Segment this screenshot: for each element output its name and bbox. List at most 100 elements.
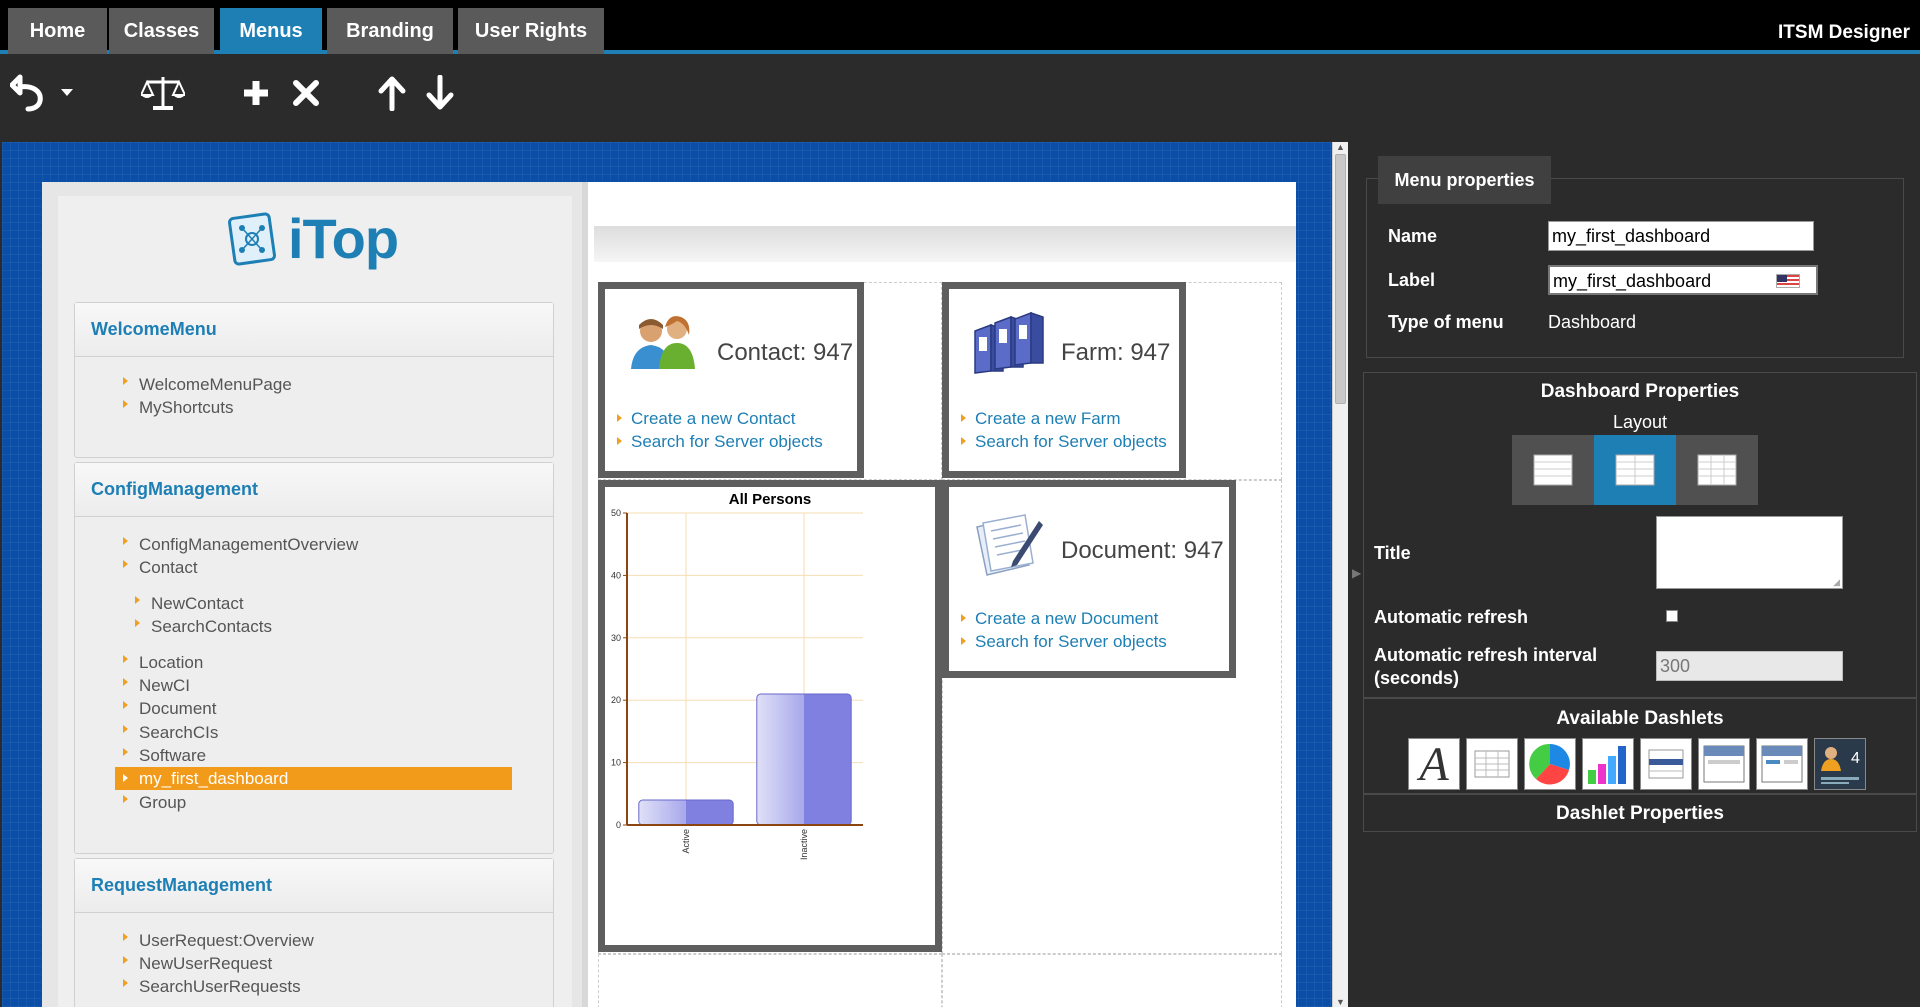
create-document-link[interactable]: Create a new Document	[960, 609, 1158, 629]
scroll-down-icon[interactable]: ▼	[1336, 997, 1345, 1007]
menu-item-userrequest-overview[interactable]: UserRequest:Overview	[123, 931, 314, 951]
y-axis-tick-label: 30	[611, 633, 621, 643]
move-up-icon	[378, 76, 406, 111]
splitter-handle-icon[interactable]: ▶	[1352, 566, 1361, 580]
three-columns-layout-icon	[1697, 454, 1737, 486]
menu-group-title[interactable]: WelcomeMenu	[75, 303, 553, 357]
refresh-interval-unit-label: (seconds)	[1374, 668, 1460, 688]
delete-button[interactable]	[290, 66, 322, 120]
dashlet-badge-contact[interactable]: Contact: 947 Create a new Contact Search…	[598, 282, 864, 478]
move-down-button[interactable]	[424, 66, 456, 120]
tab-menus[interactable]: Menus	[220, 8, 322, 54]
menu-item-document[interactable]: Document	[122, 699, 216, 719]
us-flag-icon[interactable]	[1776, 274, 1800, 288]
menu-item-contact[interactable]: Contact	[123, 558, 198, 578]
type-of-menu-value: Dashboard	[1548, 312, 1637, 332]
menu-item-newuserrequest[interactable]: NewUserRequest	[122, 954, 272, 974]
dashlet-title: Document: 947	[1061, 537, 1224, 564]
dashlet-chart-all-persons[interactable]: All Persons 0 10 20 30 40 50 Active Inactive	[598, 480, 942, 952]
svg-text:4: 4	[1851, 750, 1860, 767]
dashboard-header-bar	[594, 226, 1296, 262]
delete-icon	[293, 80, 319, 106]
chart-bar	[756, 693, 852, 826]
menu-item-searchcis[interactable]: SearchCIs	[122, 723, 218, 743]
title-label: Title	[1374, 543, 1411, 563]
name-input[interactable]: my_first_dashboard	[1548, 221, 1814, 251]
header-dynamic-dashlet-icon[interactable]	[1756, 738, 1808, 790]
menu-item-newci[interactable]: NewCI	[122, 676, 190, 696]
title-textarea[interactable]: ◢	[1656, 516, 1843, 589]
refresh-interval-input[interactable]: 300	[1656, 651, 1843, 681]
y-axis-tick-label: 40	[611, 570, 621, 580]
menu-group-config: ConfigManagement ConfigManagementOvervie…	[74, 462, 554, 854]
server-farm-icon	[974, 311, 1044, 374]
layout-option-three-columns[interactable]	[1676, 435, 1758, 505]
menu-group-title[interactable]: ConfigManagement	[75, 463, 553, 517]
layout-option-two-columns[interactable]	[1594, 435, 1676, 505]
top-navigation: Home Classes Menus Branding User Rights …	[0, 0, 1920, 54]
menu-properties-tab[interactable]: Menu properties	[1378, 156, 1551, 204]
menu-item-searchcontacts[interactable]: SearchContacts	[135, 617, 272, 637]
compare-button[interactable]	[140, 66, 186, 120]
menu-item-my-first-dashboard[interactable]: my_first_dashboard	[115, 767, 512, 790]
scales-icon	[141, 77, 185, 110]
toolbar	[0, 58, 1920, 142]
available-dashlets-heading: Available Dashlets	[1556, 708, 1724, 729]
auto-refresh-checkbox[interactable]	[1666, 610, 1678, 622]
app-title: ITSM Designer	[1778, 22, 1910, 43]
menu-item-newcontact[interactable]: NewContact	[135, 594, 244, 614]
tab-user-rights[interactable]: User Rights	[458, 8, 604, 54]
label-label: Label	[1388, 270, 1436, 290]
menu-item-location[interactable]: Location	[122, 653, 203, 673]
pie-chart-dashlet-icon[interactable]	[1524, 738, 1576, 790]
dashlet-title: Contact: 947	[717, 339, 854, 366]
create-contact-link[interactable]: Create a new Contact	[616, 409, 795, 429]
tab-home[interactable]: Home	[8, 8, 107, 54]
dashlet-badge-farm[interactable]: Farm: 947 Create a new Farm Search for S…	[942, 282, 1186, 478]
layout-option-one-column[interactable]	[1512, 435, 1594, 505]
name-label: Name	[1388, 226, 1438, 246]
menu-item-welcomemenupage[interactable]: WelcomeMenuPage	[123, 375, 292, 395]
canvas-vertical-scrollbar[interactable]: ▲ ▼	[1332, 142, 1348, 1007]
menu-item-searchuserrequests[interactable]: SearchUserRequests	[123, 977, 301, 997]
menu-item-myshortcuts[interactable]: MyShortcuts	[122, 398, 233, 418]
add-button[interactable]	[240, 66, 272, 120]
menu-group-title[interactable]: RequestManagement	[75, 859, 553, 913]
auto-refresh-label: Automatic refresh	[1374, 607, 1529, 627]
dashlet-badge-document[interactable]: Document: 947 Create a new Document Sear…	[942, 480, 1236, 678]
move-up-button[interactable]	[376, 66, 408, 120]
search-objects-link[interactable]: Search for Server objects	[961, 432, 1167, 452]
tab-branding[interactable]: Branding	[327, 8, 453, 54]
badge-dashlet-icon[interactable]: 4	[1814, 738, 1866, 790]
y-axis-tick-label: 10	[611, 758, 621, 768]
document-icon	[976, 514, 1043, 576]
header-dashlet-icon[interactable]	[1698, 738, 1750, 790]
tab-classes[interactable]: Classes	[109, 8, 214, 54]
dashboard-properties-heading: Dashboard Properties	[1540, 381, 1740, 402]
scroll-up-icon[interactable]: ▲	[1336, 142, 1345, 152]
search-objects-link[interactable]: Search for Server objects	[617, 432, 823, 452]
list-dashlet-icon[interactable]	[1640, 738, 1692, 790]
menu-group-request: RequestManagement UserRequest:Overview N…	[74, 858, 554, 1007]
menu-item-software[interactable]: Software	[122, 746, 206, 766]
dashlet-title: Farm: 947	[1061, 339, 1171, 366]
chart-title: All Persons	[729, 491, 812, 508]
logo-text: iTop	[288, 207, 399, 270]
bar-chart: All Persons 0 10 20 30 40 50 Active Inactive	[611, 491, 863, 860]
menu-item-group[interactable]: Group	[122, 793, 186, 813]
scrollbar-thumb[interactable]	[1335, 154, 1346, 404]
search-objects-link[interactable]: Search for Server objects	[961, 632, 1167, 652]
undo-history-dropdown[interactable]	[58, 66, 76, 120]
bar-chart-dashlet-icon[interactable]	[1582, 738, 1634, 790]
label-input[interactable]: my_first_dashboard	[1548, 265, 1818, 295]
chart-bar	[638, 799, 734, 826]
menu-item-configmanagementoverview[interactable]: ConfigManagementOverview	[122, 535, 358, 555]
dashboard-cell	[598, 954, 942, 1007]
text-dashlet-icon[interactable]: A	[1408, 738, 1460, 790]
x-axis-category-label: Active	[681, 829, 691, 854]
undo-button[interactable]	[10, 66, 50, 120]
table-dashlet-icon[interactable]	[1466, 738, 1518, 790]
resize-handle-icon[interactable]: ◢	[1833, 577, 1840, 588]
x-axis-category-label: Inactive	[799, 829, 809, 860]
create-farm-link[interactable]: Create a new Farm	[961, 409, 1121, 429]
